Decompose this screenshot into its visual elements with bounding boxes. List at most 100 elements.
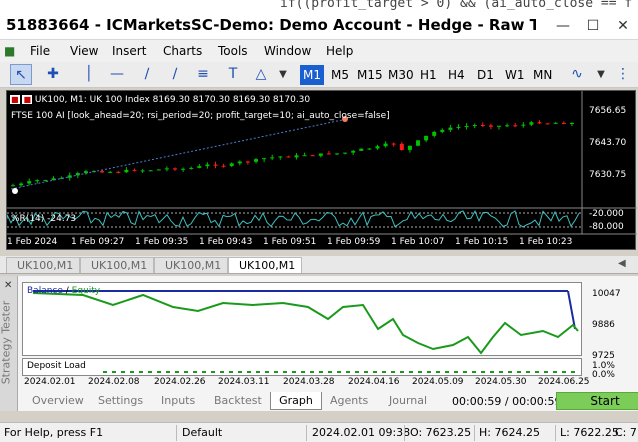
menu-file[interactable]: File — [30, 44, 50, 58]
legend-separator: / — [62, 286, 72, 296]
menu-help[interactable]: Help — [326, 44, 353, 58]
tf-h4[interactable]: H4 — [445, 65, 468, 85]
candle — [108, 170, 113, 173]
graph-date-label: 2024.05.09 — [412, 377, 464, 387]
chart-tab[interactable]: UK100,M1 — [154, 257, 228, 273]
candle — [124, 167, 129, 173]
deposit-bar — [490, 371, 494, 373]
menu-window[interactable]: Window — [264, 44, 311, 58]
time-label: 1 Feb 09:43 — [199, 237, 253, 247]
graph-date-label: 2024.05.30 — [475, 377, 527, 387]
tab-agents[interactable]: Agents — [322, 392, 376, 410]
vertical-line-icon[interactable]: │ — [78, 64, 100, 85]
deposit-bar — [175, 371, 179, 373]
tab-settings[interactable]: Settings — [90, 392, 151, 410]
tab-backtest[interactable]: Backtest — [206, 392, 270, 410]
trendline-icon[interactable]: ∕ — [136, 64, 158, 85]
start-button[interactable]: Start — [556, 392, 638, 410]
status-datetime: 2024.02.01 09:38 — [312, 426, 411, 439]
chart-header-text: UK100, M1: UK 100 Index 8169.30 8170.30 … — [34, 95, 311, 105]
deposit-bar — [328, 371, 332, 373]
tf-m15[interactable]: M15 — [354, 65, 386, 85]
price-label: 7630.75 — [589, 170, 627, 180]
more-tools-icon[interactable]: ⋮ — [612, 64, 634, 85]
tf-mn[interactable]: MN — [530, 65, 555, 85]
close-tester-icon[interactable]: ✕ — [4, 280, 12, 291]
menu-insert[interactable]: Insert — [112, 44, 146, 58]
channel-icon[interactable]: ∕ — [164, 64, 186, 85]
candle — [310, 154, 315, 157]
buy-signal-icon — [12, 188, 18, 194]
chart-tab[interactable]: UK100,M1 — [80, 257, 154, 273]
chart-window[interactable]: ■ ■ UK100, M1: UK 100 Index 8169.30 8170… — [6, 90, 637, 250]
tab-inputs[interactable]: Inputs — [153, 392, 203, 410]
candle — [278, 156, 283, 160]
indicators-icon[interactable]: ∿ — [566, 64, 588, 85]
text-icon[interactable]: T — [222, 64, 244, 85]
menu-charts[interactable]: Charts — [163, 44, 202, 58]
tf-m1[interactable]: M1 — [300, 65, 324, 85]
tf-d1[interactable]: D1 — [474, 65, 497, 85]
wpr-label: %R(14) -24.73 — [11, 214, 77, 224]
deposit-bar — [274, 371, 278, 373]
maximize-button[interactable]: ☐ — [578, 14, 608, 38]
deposit-bar — [319, 371, 323, 373]
deposit-bar — [355, 371, 359, 373]
candle — [335, 153, 339, 155]
balance-graph: Balance / Equity — [22, 282, 582, 356]
tf-m5[interactable]: M5 — [328, 65, 352, 85]
candle — [19, 182, 24, 187]
chart-tabs-scroll-icon[interactable]: ◀ — [618, 258, 626, 269]
shapes-icon[interactable]: △ — [250, 64, 272, 85]
tf-m30[interactable]: M30 — [385, 65, 417, 85]
time-label: 1 Feb 2024 — [7, 237, 58, 247]
deposit-bar — [247, 371, 251, 373]
candle — [440, 128, 445, 134]
deposit-bar — [121, 371, 125, 373]
app-menu-icon[interactable]: ■ — [4, 44, 15, 58]
fibonacci-icon[interactable]: ≡ — [192, 64, 214, 85]
tab-graph[interactable]: Graph — [270, 392, 322, 410]
candle — [189, 166, 194, 170]
deposit-bar — [454, 371, 458, 373]
horizontal-line-icon[interactable]: — — [106, 64, 128, 85]
indicators-dropdown-icon[interactable]: ▼ — [590, 64, 612, 85]
menu-tools[interactable]: Tools — [218, 44, 248, 58]
candle — [513, 122, 518, 128]
candle — [416, 140, 420, 147]
candle — [254, 158, 258, 164]
deposit-bar — [508, 371, 512, 373]
indicator-label: FTSE 100 AI [look_ahead=20; rsi_period=2… — [11, 111, 390, 121]
tf-w1[interactable]: W1 — [502, 65, 528, 85]
candle — [294, 153, 299, 160]
graph-date-label: 2024.03.28 — [283, 377, 335, 387]
candle — [229, 162, 234, 168]
graph-date-label: 2024.06.25 — [538, 377, 590, 387]
chart-tab-active[interactable]: UK100,M1 — [228, 257, 302, 273]
candle — [262, 157, 267, 163]
candle — [148, 169, 153, 172]
chart-tab[interactable]: UK100,M1 — [6, 257, 80, 273]
deposit-bar — [400, 371, 404, 373]
deposit-bar — [499, 371, 503, 373]
dropdown-icon[interactable]: ▼ — [272, 64, 294, 85]
cursor-icon[interactable]: ↖ — [10, 64, 32, 85]
tab-overview[interactable]: Overview — [24, 392, 92, 410]
candle — [132, 168, 137, 172]
candle — [472, 123, 477, 129]
candle — [432, 130, 437, 138]
close-button[interactable]: ✕ — [608, 14, 638, 38]
deposit-y-label: 0.0% — [592, 370, 615, 380]
tf-h1[interactable]: H1 — [417, 65, 440, 85]
deposit-bar — [346, 371, 350, 373]
status-bar: For Help, press F1 Default 2024.02.01 09… — [0, 422, 638, 442]
minimize-button[interactable]: — — [548, 14, 578, 38]
menu-view[interactable]: View — [70, 44, 98, 58]
candle — [407, 145, 412, 153]
deposit-bar — [283, 371, 287, 373]
candle — [464, 123, 469, 130]
tab-journal[interactable]: Journal — [381, 392, 435, 410]
legend-balance: Balance — [27, 286, 63, 296]
candle — [270, 154, 275, 160]
crosshair-icon[interactable]: ✚ — [42, 64, 64, 85]
